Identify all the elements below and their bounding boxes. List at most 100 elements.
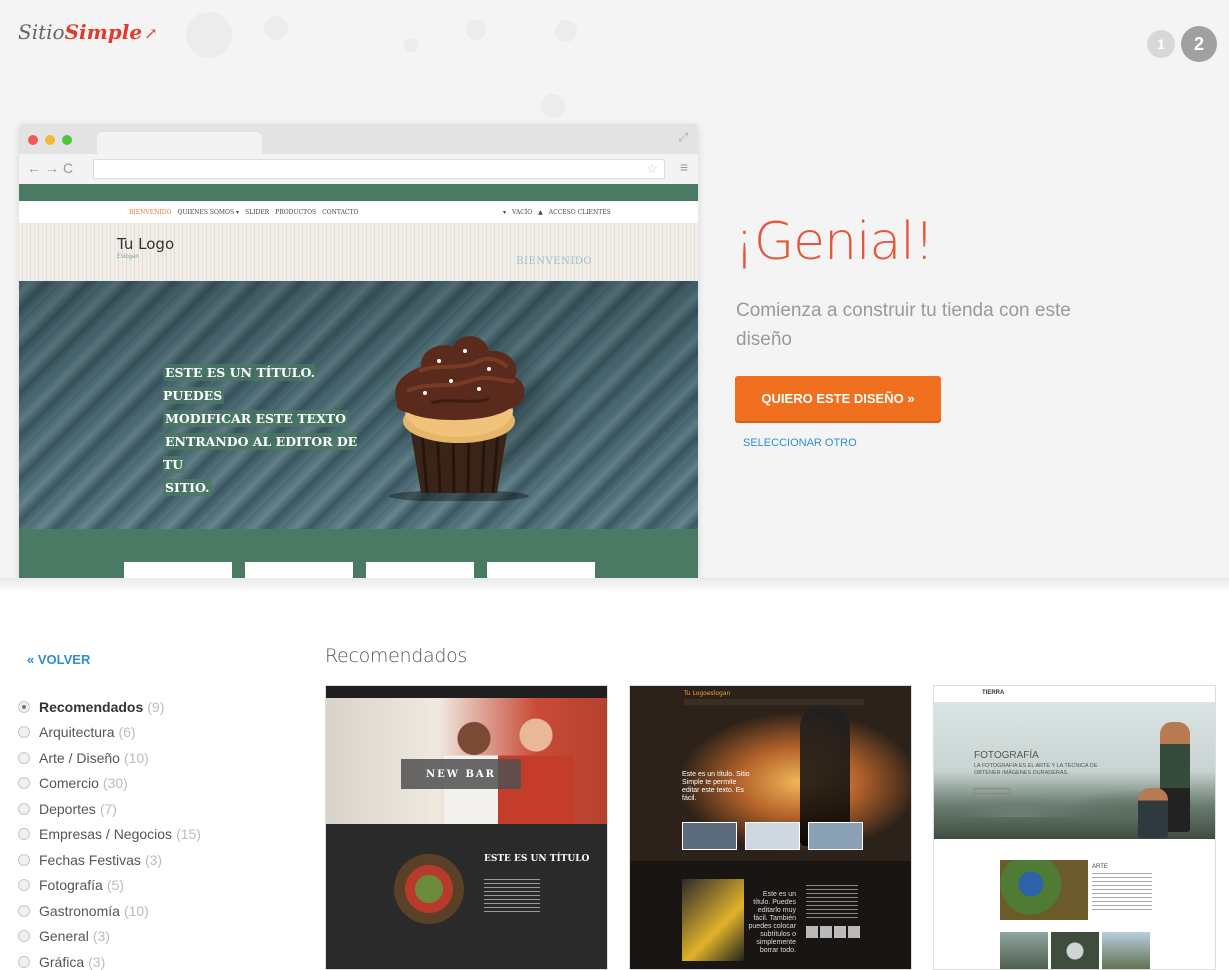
site-nav-login: ACCESO CLIENTES <box>548 209 611 216</box>
brand-logo[interactable]: SitioSimple ↗ <box>18 20 158 44</box>
category-item-empresas[interactable]: Empresas / Negocios (15) <box>18 822 201 848</box>
thumb-shoe-image <box>682 879 744 961</box>
category-count: (9) <box>147 698 165 715</box>
thumb-logo: Tu Logoeslogan <box>684 688 730 697</box>
site-nav-left: BIENVENIDO QUIENES SOMOS ▾ SLIDER PRODUC… <box>129 209 358 216</box>
site-nav-cart: VACÍO <box>512 209 533 216</box>
site-nav-item: CONTACTO <box>322 209 359 216</box>
banner-line: SITIO. <box>163 479 212 496</box>
thumb-bar-label: NEW BAR <box>401 759 521 789</box>
category-item-arquitectura[interactable]: Arquitectura (6) <box>18 720 201 746</box>
site-logo: Tu Logo <box>117 235 175 253</box>
choose-design-button[interactable]: QUIERO ESTE DISEÑO » <box>735 376 941 421</box>
category-label: Empresas / Negocios <box>39 826 173 843</box>
thumb-logo-suffix: eslogan <box>706 690 731 697</box>
banner-line: ESTE ES UN TÍTULO. PUEDES <box>163 364 315 404</box>
category-label: Arquitectura <box>39 724 115 741</box>
brand-name-part2: Simple <box>64 20 143 44</box>
thumb-side-lines <box>806 885 858 919</box>
radio-icon[interactable] <box>18 853 30 866</box>
radio-icon[interactable] <box>18 726 30 739</box>
design-preview-browser: ⤢ ←→C ☆ ≡ BIENVENIDO QUIENES SOMOS ▾ SLI… <box>19 124 698 578</box>
category-count: (15) <box>176 826 201 843</box>
brand-name-part1: Sitio <box>18 20 65 44</box>
category-count: (5) <box>106 877 124 894</box>
browser-url-field <box>93 159 665 179</box>
template-thumbnail-bar[interactable]: NEW BAR ESTE ES UN TÍTULO <box>325 685 608 970</box>
site-welcome: BIENVENIDO <box>516 256 592 267</box>
step-1: 1 <box>1147 30 1175 58</box>
radio-icon[interactable] <box>18 930 30 943</box>
hero-subtitle: Comienza a construir tu tienda con este … <box>736 300 1071 350</box>
feature-box <box>245 562 353 578</box>
radio-icon[interactable] <box>18 904 30 917</box>
thumb-nav <box>326 686 607 696</box>
category-label: Arte / Diseño <box>39 749 120 766</box>
preview-site: BIENVENIDO QUIENES SOMOS ▾ SLIDER PRODUC… <box>19 184 698 578</box>
radio-icon[interactable] <box>18 777 30 790</box>
category-item-grafica[interactable]: Gráfica (3) <box>18 949 201 970</box>
template-thumbnail-photography[interactable]: TIERRA FOTOGRAFÍA LA FOTOGRAFÍA ES EL AR… <box>933 685 1216 970</box>
cart-icon: ▾ <box>503 209 507 216</box>
category-item-fotografia[interactable]: Fotografía (5) <box>18 873 201 899</box>
menu-icon: ≡ <box>679 159 688 175</box>
star-icon: ☆ <box>646 161 658 176</box>
radio-icon[interactable] <box>18 828 30 841</box>
thumb-text: Este es un título. Sitio Simple te permi… <box>682 771 750 802</box>
category-item-general[interactable]: General (3) <box>18 924 201 950</box>
radio-icon[interactable] <box>18 879 30 892</box>
thumb-bowl-image <box>394 854 464 924</box>
thumb-subheading: LA FOTOGRAFÍA ES EL ARTE Y LA TÉCNICA DE… <box>974 763 1098 776</box>
maximize-dot-icon <box>62 135 72 145</box>
thumb-text-title: ARTE <box>1092 864 1108 870</box>
thumb-menu <box>684 699 864 705</box>
category-item-deportes[interactable]: Deportes (7) <box>18 796 201 822</box>
radio-icon[interactable] <box>18 751 30 764</box>
expand-icon: ⤢ <box>678 130 688 144</box>
thumb-strip-item <box>682 822 737 850</box>
hero-title: ¡Genial! <box>734 212 935 272</box>
site-banner: ESTE ES UN TÍTULO. PUEDES MODIFICAR ESTE… <box>19 281 698 529</box>
thumb-mini-item <box>806 926 818 938</box>
thumb-mini-item <box>834 926 846 938</box>
category-count: (6) <box>118 724 136 741</box>
radio-icon[interactable] <box>18 955 30 968</box>
thumb-lower-text: Este es un título. Puedes editarlo muy f… <box>748 891 796 954</box>
category-item-gastronomia[interactable]: Gastronomía (10) <box>18 898 201 924</box>
decorative-bubble <box>264 16 288 40</box>
category-count: (30) <box>102 775 128 792</box>
thumb-mini-item <box>820 926 832 938</box>
category-item-arte-diseno[interactable]: Arte / Diseño (10) <box>18 745 201 771</box>
category-label: General <box>39 928 89 945</box>
banner-line: MODIFICAR ESTE TEXTO <box>163 410 348 427</box>
browser-tab <box>97 132 262 154</box>
step-2: 2 <box>1181 26 1217 62</box>
browser-nav-icons: ←→C <box>27 160 78 176</box>
section-divider <box>0 578 1229 592</box>
thumb-heading: ESTE ES UN TÍTULO <box>484 854 590 864</box>
category-count: (3) <box>88 953 106 970</box>
site-slogan: Eslogan <box>117 254 139 260</box>
template-thumbnail-cycling[interactable]: Tu Logoeslogan Este es un título. Sitio … <box>629 685 912 970</box>
thumb-peacock-image <box>1000 860 1088 920</box>
thumb-hiker <box>1138 788 1168 838</box>
category-label: Comercio <box>39 775 99 792</box>
category-item-comercio[interactable]: Comercio (30) <box>18 771 201 797</box>
hero-section: SitioSimple ↗ 1 2 ⤢ ←→C ☆ ≡ BIENVENIDO QU… <box>0 0 1229 578</box>
select-other-link[interactable]: SELECCIONAR OTRO <box>743 437 857 449</box>
category-item-recomendados[interactable]: Recomendados (9) <box>18 694 201 720</box>
thumb-logo-text: Tu Logo <box>684 690 707 697</box>
radio-icon[interactable] <box>18 802 30 815</box>
thumb-lower: ESTE ES UN TÍTULO <box>326 824 607 969</box>
category-label: Deportes <box>39 800 96 817</box>
back-link[interactable]: « VOLVER <box>27 652 90 667</box>
thumb-photo <box>1051 932 1099 969</box>
minimize-dot-icon <box>45 135 55 145</box>
banner-line: ENTRANDO AL EDITOR DE TU <box>163 433 358 473</box>
thumb-mini-item <box>848 926 860 938</box>
category-label: Fotografía <box>39 877 103 894</box>
category-item-fechas-festivas[interactable]: Fechas Festivas (3) <box>18 847 201 873</box>
radio-icon[interactable] <box>18 700 30 713</box>
thumb-mini-gallery <box>806 926 860 938</box>
brand-swoosh-icon: ↗ <box>144 24 158 43</box>
